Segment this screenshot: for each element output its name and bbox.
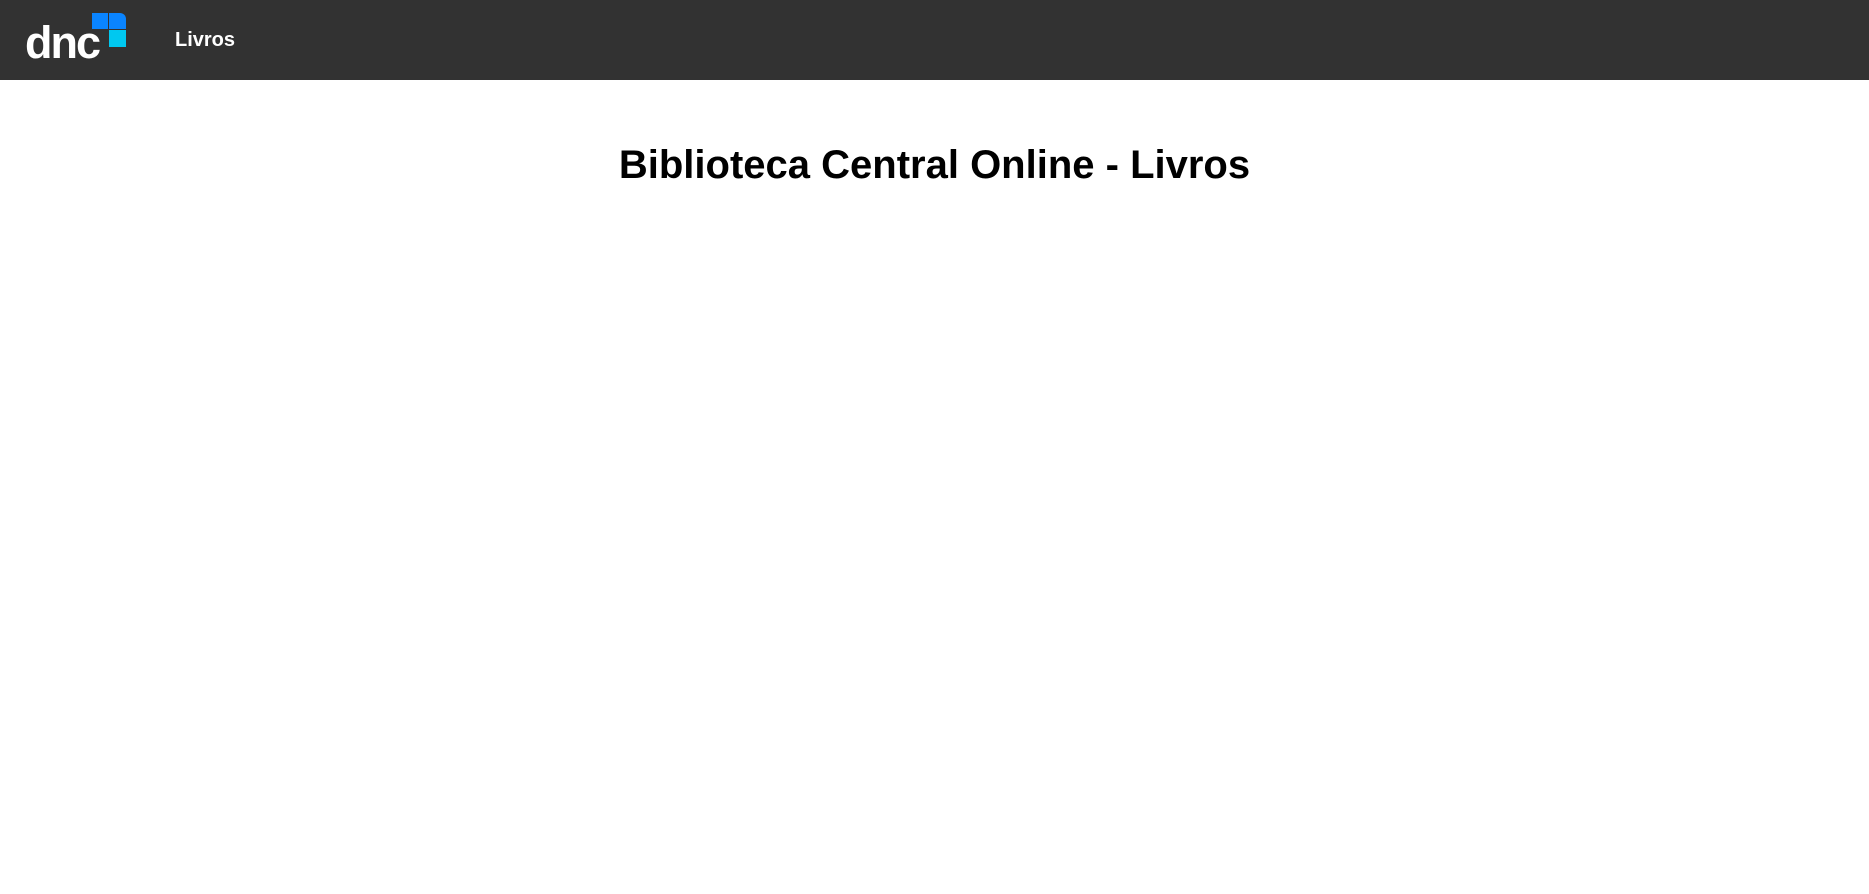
dnc-logo[interactable]: dnc (25, 13, 127, 65)
nav-link-livros[interactable]: Livros (175, 28, 235, 52)
top-navbar: dnc Livros (0, 0, 1869, 80)
logo-wordmark: dnc (25, 17, 101, 68)
page-title: Biblioteca Central Online - Livros (618, 143, 1251, 187)
dnc-squares-logo-icon (92, 13, 126, 47)
